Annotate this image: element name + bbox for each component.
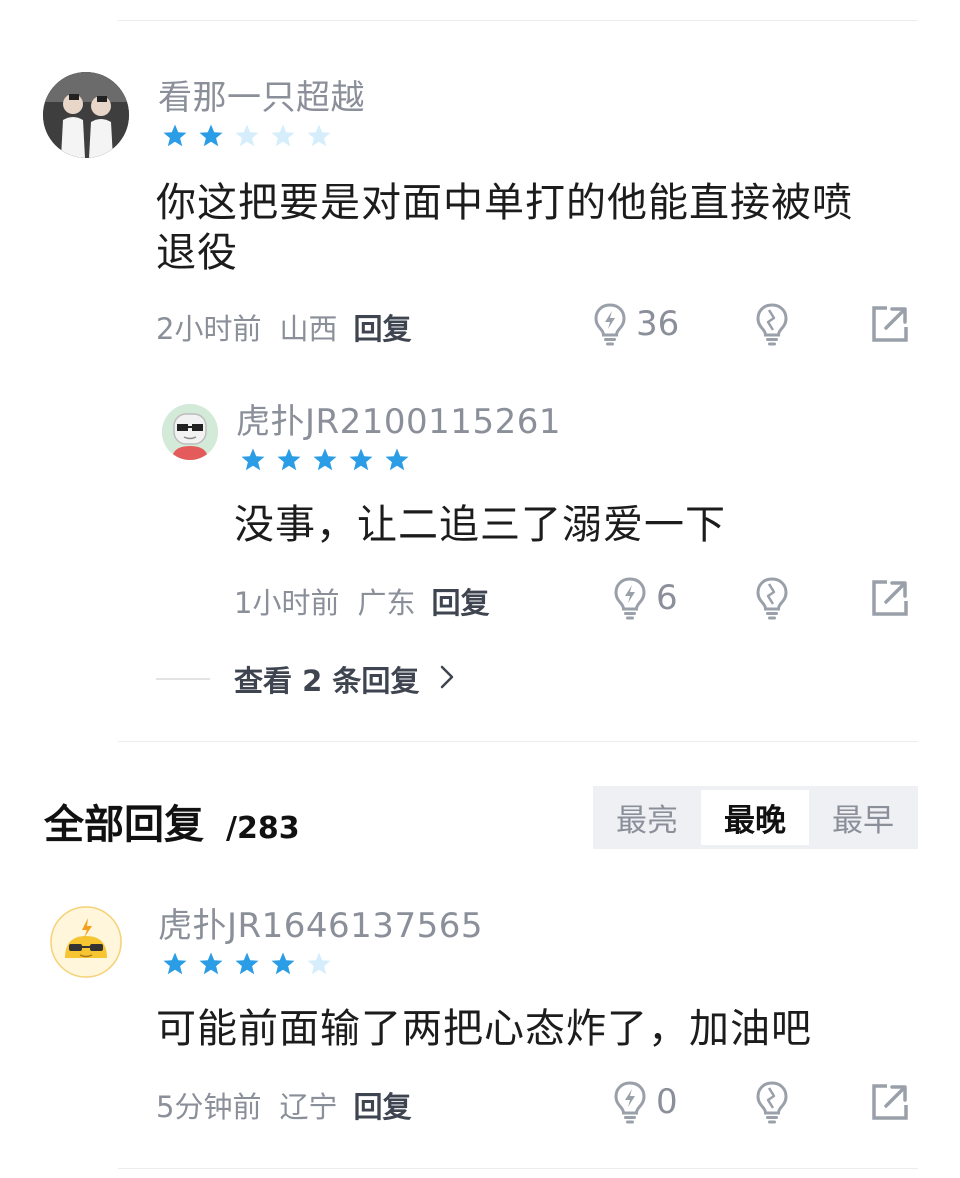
lightbulb-icon — [592, 302, 628, 346]
star-filled-icon — [198, 123, 224, 149]
comment-text: 没事，让二追三了溺爱一下 — [234, 502, 726, 548]
star-filled-icon — [312, 447, 338, 473]
timestamp: 5分钟前 — [156, 1090, 262, 1124]
location: 广东 — [357, 586, 416, 620]
sort-option-brightest[interactable]: 最亮 — [593, 790, 701, 845]
star-rating — [162, 951, 332, 977]
view-replies-label: 查看 2 条回复 — [234, 664, 420, 698]
star-empty-icon — [270, 123, 296, 149]
lightbulb-icon — [612, 1080, 648, 1124]
broken-lightbulb-icon — [754, 576, 790, 620]
star-rating — [162, 123, 332, 149]
dislike-button[interactable] — [754, 1080, 790, 1124]
dislike-button[interactable] — [754, 302, 790, 346]
comment-meta: 5分钟前 辽宁 回复 — [156, 1084, 411, 1126]
divider-line — [156, 678, 210, 680]
sort-toggle: 最亮 最晚 最早 — [593, 786, 918, 849]
location: 辽宁 — [279, 1090, 338, 1124]
username[interactable]: 虎扑JR1646137565 — [158, 898, 483, 947]
reply-count: /283 — [226, 811, 300, 846]
username[interactable]: 虎扑JR2100115261 — [236, 394, 561, 443]
timestamp: 2小时前 — [156, 312, 262, 346]
share-icon — [870, 1082, 910, 1122]
star-rating — [240, 447, 410, 473]
comment-meta: 1小时前 广东 回复 — [234, 580, 489, 622]
star-filled-icon — [162, 123, 188, 149]
share-button[interactable] — [870, 578, 910, 618]
sort-option-earliest[interactable]: 最早 — [809, 790, 917, 845]
share-icon — [870, 578, 910, 618]
like-button[interactable]: 36 — [592, 302, 679, 346]
timestamp: 1小时前 — [234, 586, 340, 620]
location: 山西 — [279, 312, 338, 346]
star-empty-icon — [306, 951, 332, 977]
star-filled-icon — [240, 447, 266, 473]
like-count: 36 — [636, 304, 680, 344]
star-empty-icon — [234, 123, 260, 149]
username[interactable]: 看那一只超越 — [158, 70, 365, 119]
reply-button[interactable]: 回复 — [353, 1084, 411, 1126]
like-count: 6 — [656, 578, 678, 618]
reply-button[interactable]: 回复 — [353, 306, 411, 348]
view-more-replies[interactable]: 查看 2 条回复 — [156, 658, 455, 700]
share-icon — [870, 304, 910, 344]
broken-lightbulb-icon — [754, 302, 790, 346]
avatar[interactable] — [50, 906, 122, 978]
share-button[interactable] — [870, 1082, 910, 1122]
star-filled-icon — [162, 951, 188, 977]
top-divider — [118, 20, 918, 21]
lightbulb-icon — [612, 576, 648, 620]
section-divider — [118, 741, 918, 742]
star-filled-icon — [270, 951, 296, 977]
comment-text: 你这把要是对面中单打的他能直接被喷 退役 — [156, 180, 853, 276]
like-button[interactable]: 0 — [612, 1080, 678, 1124]
avatar[interactable] — [43, 72, 129, 158]
star-filled-icon — [234, 951, 260, 977]
comment-text: 可能前面输了两把心态炸了，加油吧 — [156, 1006, 812, 1052]
dislike-button[interactable] — [754, 576, 790, 620]
like-button[interactable]: 6 — [612, 576, 678, 620]
section-title: 全部回复 — [44, 802, 204, 848]
avatar[interactable] — [162, 404, 218, 460]
broken-lightbulb-icon — [754, 1080, 790, 1124]
star-filled-icon — [276, 447, 302, 473]
star-filled-icon — [384, 447, 410, 473]
reply-button[interactable]: 回复 — [431, 580, 489, 622]
bottom-divider — [118, 1168, 918, 1169]
chevron-right-icon — [439, 664, 455, 694]
star-filled-icon — [348, 447, 374, 473]
share-button[interactable] — [870, 304, 910, 344]
star-filled-icon — [198, 951, 224, 977]
all-replies-header: 全部回复 /283 — [44, 792, 300, 850]
sort-option-latest[interactable]: 最晚 — [701, 790, 809, 845]
star-empty-icon — [306, 123, 332, 149]
like-count: 0 — [656, 1082, 678, 1122]
comment-meta: 2小时前 山西 回复 — [156, 306, 411, 348]
